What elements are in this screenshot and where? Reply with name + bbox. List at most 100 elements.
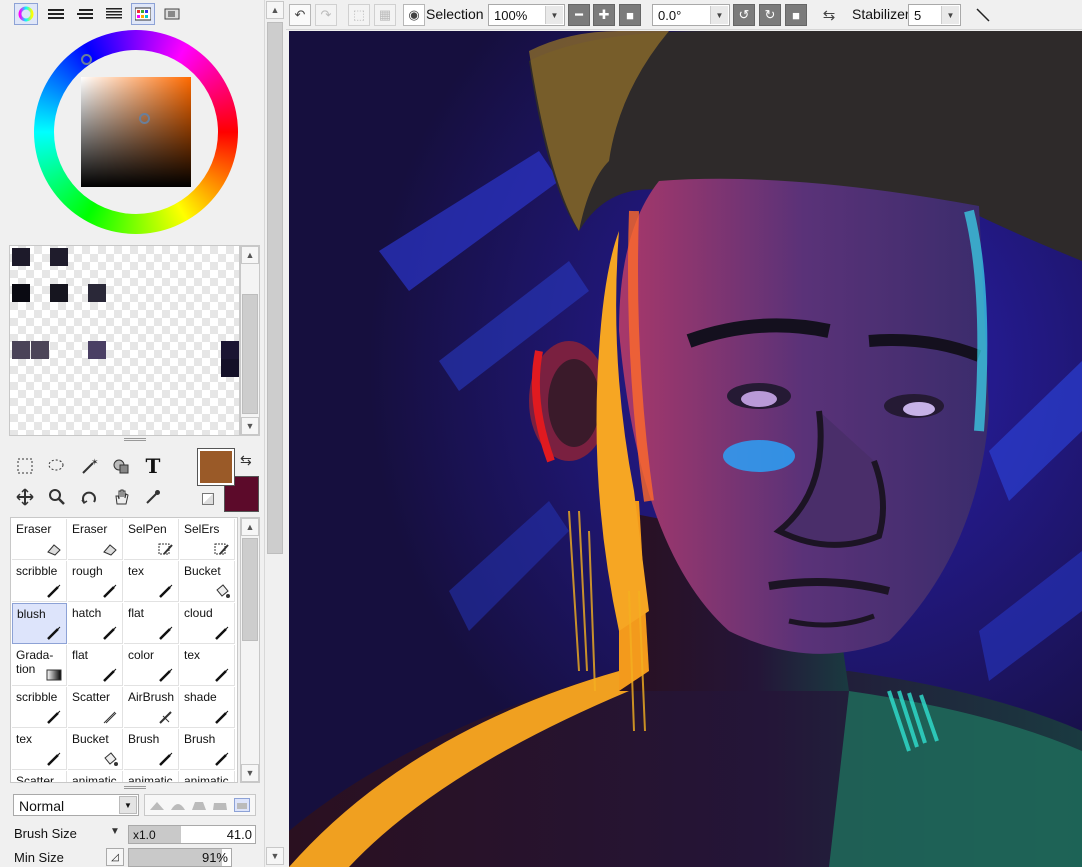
brush-grid[interactable]: Eraser Eraser SelPen SelErs scribble rough tex… (10, 517, 238, 783)
scroll-down-icon[interactable]: ▼ (266, 847, 284, 865)
brush-slot[interactable]: shade (180, 687, 235, 728)
hand-tool[interactable] (107, 483, 135, 511)
brush-slot[interactable]: hatch (68, 603, 123, 644)
min-size-slider[interactable]: 91% (128, 848, 232, 867)
brush-slot[interactable]: flat (68, 645, 123, 686)
brush-slot[interactable]: color (124, 645, 179, 686)
brush-slot[interactable]: animatic (180, 771, 235, 782)
undo-button[interactable]: ↶ (289, 4, 311, 26)
brush-shape-selector[interactable] (144, 794, 256, 816)
deselect-button[interactable]: ⬚ (348, 4, 370, 26)
swatch-cell[interactable] (221, 359, 239, 377)
panel-splitter-grip[interactable] (124, 438, 146, 441)
swatch-cell[interactable] (221, 341, 239, 359)
zoom-tool[interactable] (43, 483, 71, 511)
brush-scroll-thumb[interactable] (242, 538, 258, 641)
rotate-right-button[interactable]: ↻ (759, 4, 781, 26)
swatch-cell[interactable] (50, 248, 68, 266)
brush-slot[interactable]: Brush (124, 729, 179, 770)
zoom-combo[interactable]: 100% ▼ (488, 4, 565, 26)
brush-slot[interactable]: Eraser (12, 519, 67, 560)
scroll-up-icon[interactable]: ▲ (241, 518, 259, 536)
swatches-tab[interactable] (131, 3, 155, 25)
brush-slot[interactable]: Bucket (68, 729, 123, 770)
swatch-cell[interactable] (88, 284, 106, 302)
rgb-sliders-tab[interactable] (44, 3, 68, 25)
redo-button[interactable]: ↷ (315, 4, 337, 26)
saturation-value-square[interactable] (81, 77, 191, 187)
line-tool-button[interactable] (972, 4, 994, 26)
brush-slot[interactable]: Scatter (12, 771, 67, 782)
brush-slot[interactable]: AirBrush (124, 687, 179, 728)
swatch-cell[interactable] (12, 341, 30, 359)
swatch-cell[interactable] (88, 341, 106, 359)
primary-color-box[interactable] (197, 448, 235, 486)
scratchpad-tab[interactable] (160, 3, 184, 25)
move-tool[interactable] (11, 483, 39, 511)
brush-slot[interactable]: animatic (68, 771, 123, 782)
brush-slot[interactable]: SelErs (180, 519, 235, 560)
left-panel-scrollbar[interactable]: ▲ ▼ (264, 0, 286, 867)
text-tool[interactable]: T (139, 452, 167, 480)
brush-slot[interactable]: Brush (180, 729, 235, 770)
zoom-reset-button[interactable]: ■ (619, 4, 641, 26)
brush-slot[interactable]: flat (124, 603, 179, 644)
show-selection-toggle[interactable]: ◉ (403, 4, 425, 26)
brush-slot[interactable]: Eraser (68, 519, 123, 560)
brush-slot[interactable]: blush (12, 603, 67, 644)
brush-slot[interactable]: scribble (12, 561, 67, 602)
left-panel-scroll-thumb[interactable] (267, 22, 283, 554)
scroll-up-icon[interactable]: ▲ (266, 1, 284, 19)
lasso-tool[interactable] (42, 452, 70, 480)
rotation-combo[interactable]: 0.0° ▼ (652, 4, 730, 26)
brush-size-slider[interactable]: x1.0 41.0 (128, 825, 256, 844)
brush-slot[interactable]: animatic (124, 771, 179, 782)
brush-slot[interactable]: tex (12, 729, 67, 770)
swap-colors-icon[interactable]: ⇆ (240, 452, 252, 469)
rotate-tool[interactable] (75, 483, 103, 511)
layer-fill-tool[interactable] (107, 452, 135, 480)
rect-select-tool[interactable] (11, 452, 39, 480)
swatch-cell[interactable] (12, 248, 30, 266)
brush-slot[interactable]: cloud (180, 603, 235, 644)
scroll-down-icon[interactable]: ▼ (241, 417, 259, 435)
hsv-sliders-tab[interactable] (73, 3, 97, 25)
pressure-icon[interactable]: ◿ (106, 848, 124, 866)
transparent-color-icon[interactable] (202, 493, 214, 505)
swatch-scroll-thumb[interactable] (242, 294, 258, 414)
magic-wand-tool[interactable]: ✶ (75, 452, 103, 480)
zoom-in-button[interactable]: ✚ (593, 4, 615, 26)
brush-slot[interactable]: tex (180, 645, 235, 686)
brush-slot[interactable]: SelPen (124, 519, 179, 560)
rotation-reset-button[interactable]: ■ (785, 4, 807, 26)
invert-selection-button[interactable]: ▦ (374, 4, 396, 26)
zoom-out-button[interactable]: ━ (568, 4, 590, 26)
eyedropper-tool[interactable] (139, 483, 167, 511)
scroll-down-icon[interactable]: ▼ (241, 764, 259, 782)
brush-slot[interactable]: scribble (12, 687, 67, 728)
stabilizer-combo[interactable]: 5 ▼ (908, 4, 961, 26)
blend-mode-select[interactable]: Normal ▼ (13, 794, 139, 816)
swatch-cell[interactable] (50, 284, 68, 302)
min-size-value: 91% (201, 850, 228, 865)
brush-slot[interactable]: rough (68, 561, 123, 602)
brush-scrollbar[interactable]: ▲ ▼ (240, 517, 260, 783)
brush-slot[interactable]: Grada- tion (12, 645, 67, 686)
swatch-scrollbar[interactable]: ▲ ▼ (240, 245, 260, 436)
rotate-left-button[interactable]: ↺ (733, 4, 755, 26)
flip-horizontal-button[interactable]: ⇆ (818, 4, 840, 26)
color-mixer-tab[interactable] (102, 3, 126, 25)
brush-slot[interactable]: tex (124, 561, 179, 602)
canvas-artwork[interactable] (289, 31, 1082, 867)
sv-marker[interactable] (139, 113, 150, 124)
scroll-up-icon[interactable]: ▲ (241, 246, 259, 264)
chevron-down-icon[interactable]: ▼ (110, 826, 120, 837)
swatch-grid[interactable] (9, 245, 240, 436)
color-wheel-tab[interactable] (14, 3, 38, 25)
swatch-cell[interactable] (12, 284, 30, 302)
brush-slot[interactable]: Bucket (180, 561, 235, 602)
swatch-cell[interactable] (31, 341, 49, 359)
brush-slot[interactable]: Scatter (68, 687, 123, 728)
panel-splitter-grip[interactable] (124, 786, 146, 789)
hue-marker[interactable] (81, 54, 92, 65)
